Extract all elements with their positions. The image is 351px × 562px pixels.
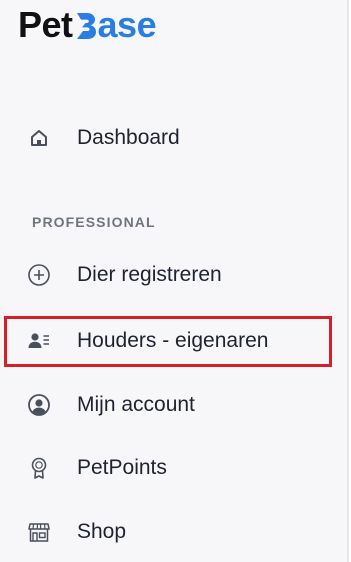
nav-label-shop: Shop <box>77 520 127 543</box>
nav-item-dashboard[interactable]: Dashboard <box>0 114 349 162</box>
sidebar: Pet ase Dashboard PROFESSIONAL Dier regi… <box>0 0 349 562</box>
plus-circle-icon <box>27 263 51 287</box>
section-label-professional: PROFESSIONAL <box>32 214 156 230</box>
nav-label-register-animal: Dier registreren <box>77 263 222 286</box>
nav-label-my-account: Mijn account <box>77 393 195 416</box>
user-list-icon <box>27 329 51 353</box>
nav-label-petpoints: PetPoints <box>77 456 167 479</box>
nav-item-owners[interactable]: Houders - eigenaren <box>0 317 349 365</box>
petbase-logo[interactable]: Pet ase <box>18 4 157 46</box>
logo-text-pet: Pet <box>18 4 73 45</box>
user-circle-icon <box>27 393 51 417</box>
store-icon <box>27 520 51 544</box>
logo-text-base: ase <box>97 4 157 45</box>
nav-item-shop[interactable]: Shop <box>0 508 349 556</box>
home-icon <box>27 126 51 150</box>
nav-item-my-account[interactable]: Mijn account <box>0 381 349 429</box>
logo-b-mark-icon <box>75 11 97 41</box>
nav-item-register-animal[interactable]: Dier registreren <box>0 251 349 299</box>
nav-item-petpoints[interactable]: PetPoints <box>0 444 349 492</box>
nav-label-owners: Houders - eigenaren <box>77 329 269 352</box>
nav-label-dashboard: Dashboard <box>77 126 180 149</box>
award-icon <box>27 456 51 480</box>
